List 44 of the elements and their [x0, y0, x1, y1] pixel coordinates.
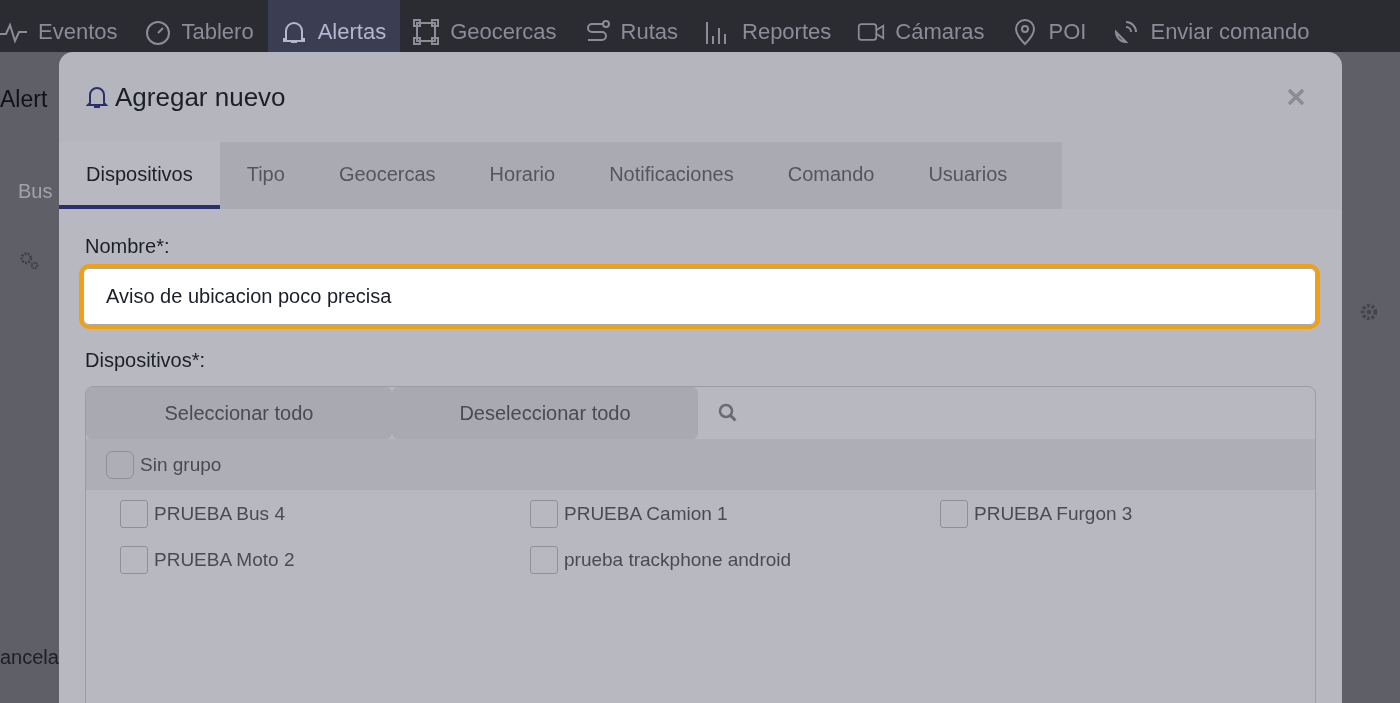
bell-icon — [85, 84, 109, 110]
search-field[interactable]: Bus — [18, 180, 56, 203]
nav-item[interactable]: Tablero — [131, 0, 268, 52]
gauge-icon — [143, 18, 172, 46]
checkbox[interactable] — [530, 500, 558, 528]
cancel-button[interactable]: ancela — [0, 646, 59, 669]
dialog-title: Agregar nuevo — [115, 81, 286, 113]
tab[interactable]: Notificaciones — [582, 142, 761, 209]
device-name: PRUEBA Bus 4 — [154, 503, 285, 525]
close-icon[interactable] — [1286, 87, 1306, 107]
nav-item[interactable]: Enviar comando — [1100, 0, 1324, 52]
checkbox[interactable] — [120, 500, 148, 528]
gears-icon[interactable] — [18, 249, 40, 271]
device-name: PRUEBA Moto 2 — [154, 549, 295, 571]
tab[interactable]: Horario — [462, 142, 583, 209]
settings-icon[interactable] — [1358, 301, 1380, 323]
polygon-nodes-icon — [412, 18, 441, 46]
field-label: Nombre*: — [85, 235, 171, 258]
device-name: PRUEBA Camion 1 — [564, 503, 728, 525]
page-title: Alert — [0, 86, 48, 113]
checkbox[interactable] — [120, 546, 148, 574]
search-icon[interactable] — [718, 403, 738, 423]
select-all-button[interactable]: Seleccionar todo — [86, 387, 392, 439]
name-input-field[interactable]: Aviso de ubicacion poco precisa — [83, 268, 1316, 325]
tab[interactable]: Comando — [760, 142, 902, 209]
device-name: PRUEBA Furgon 3 — [974, 503, 1133, 525]
group-name: Sin grupo — [140, 453, 222, 476]
nav-item[interactable]: Reportes — [692, 0, 846, 52]
checkbox[interactable] — [940, 500, 968, 528]
checkbox[interactable] — [106, 450, 134, 479]
checkbox[interactable] — [530, 546, 558, 574]
nav-item[interactable]: Eventos — [0, 0, 132, 52]
nav-item[interactable]: Geocercas — [400, 0, 571, 52]
tab[interactable]: Tipo — [219, 142, 312, 209]
device-name: prueba trackphone android — [564, 549, 792, 571]
nav-item[interactable]: POI — [998, 0, 1101, 52]
tab[interactable]: Geocercas — [311, 142, 463, 209]
nav-item[interactable]: Rutas — [570, 0, 692, 52]
field-label: Dispositivos*: — [85, 349, 207, 372]
nav-item[interactable]: Alertas — [267, 0, 401, 52]
deselect-all-button[interactable]: Deseleccionar todo — [392, 387, 698, 439]
tab[interactable]: Usuarios — [901, 142, 1035, 209]
tab[interactable]: Dispositivos — [59, 142, 220, 209]
nav-item[interactable]: Cámaras — [845, 0, 999, 52]
